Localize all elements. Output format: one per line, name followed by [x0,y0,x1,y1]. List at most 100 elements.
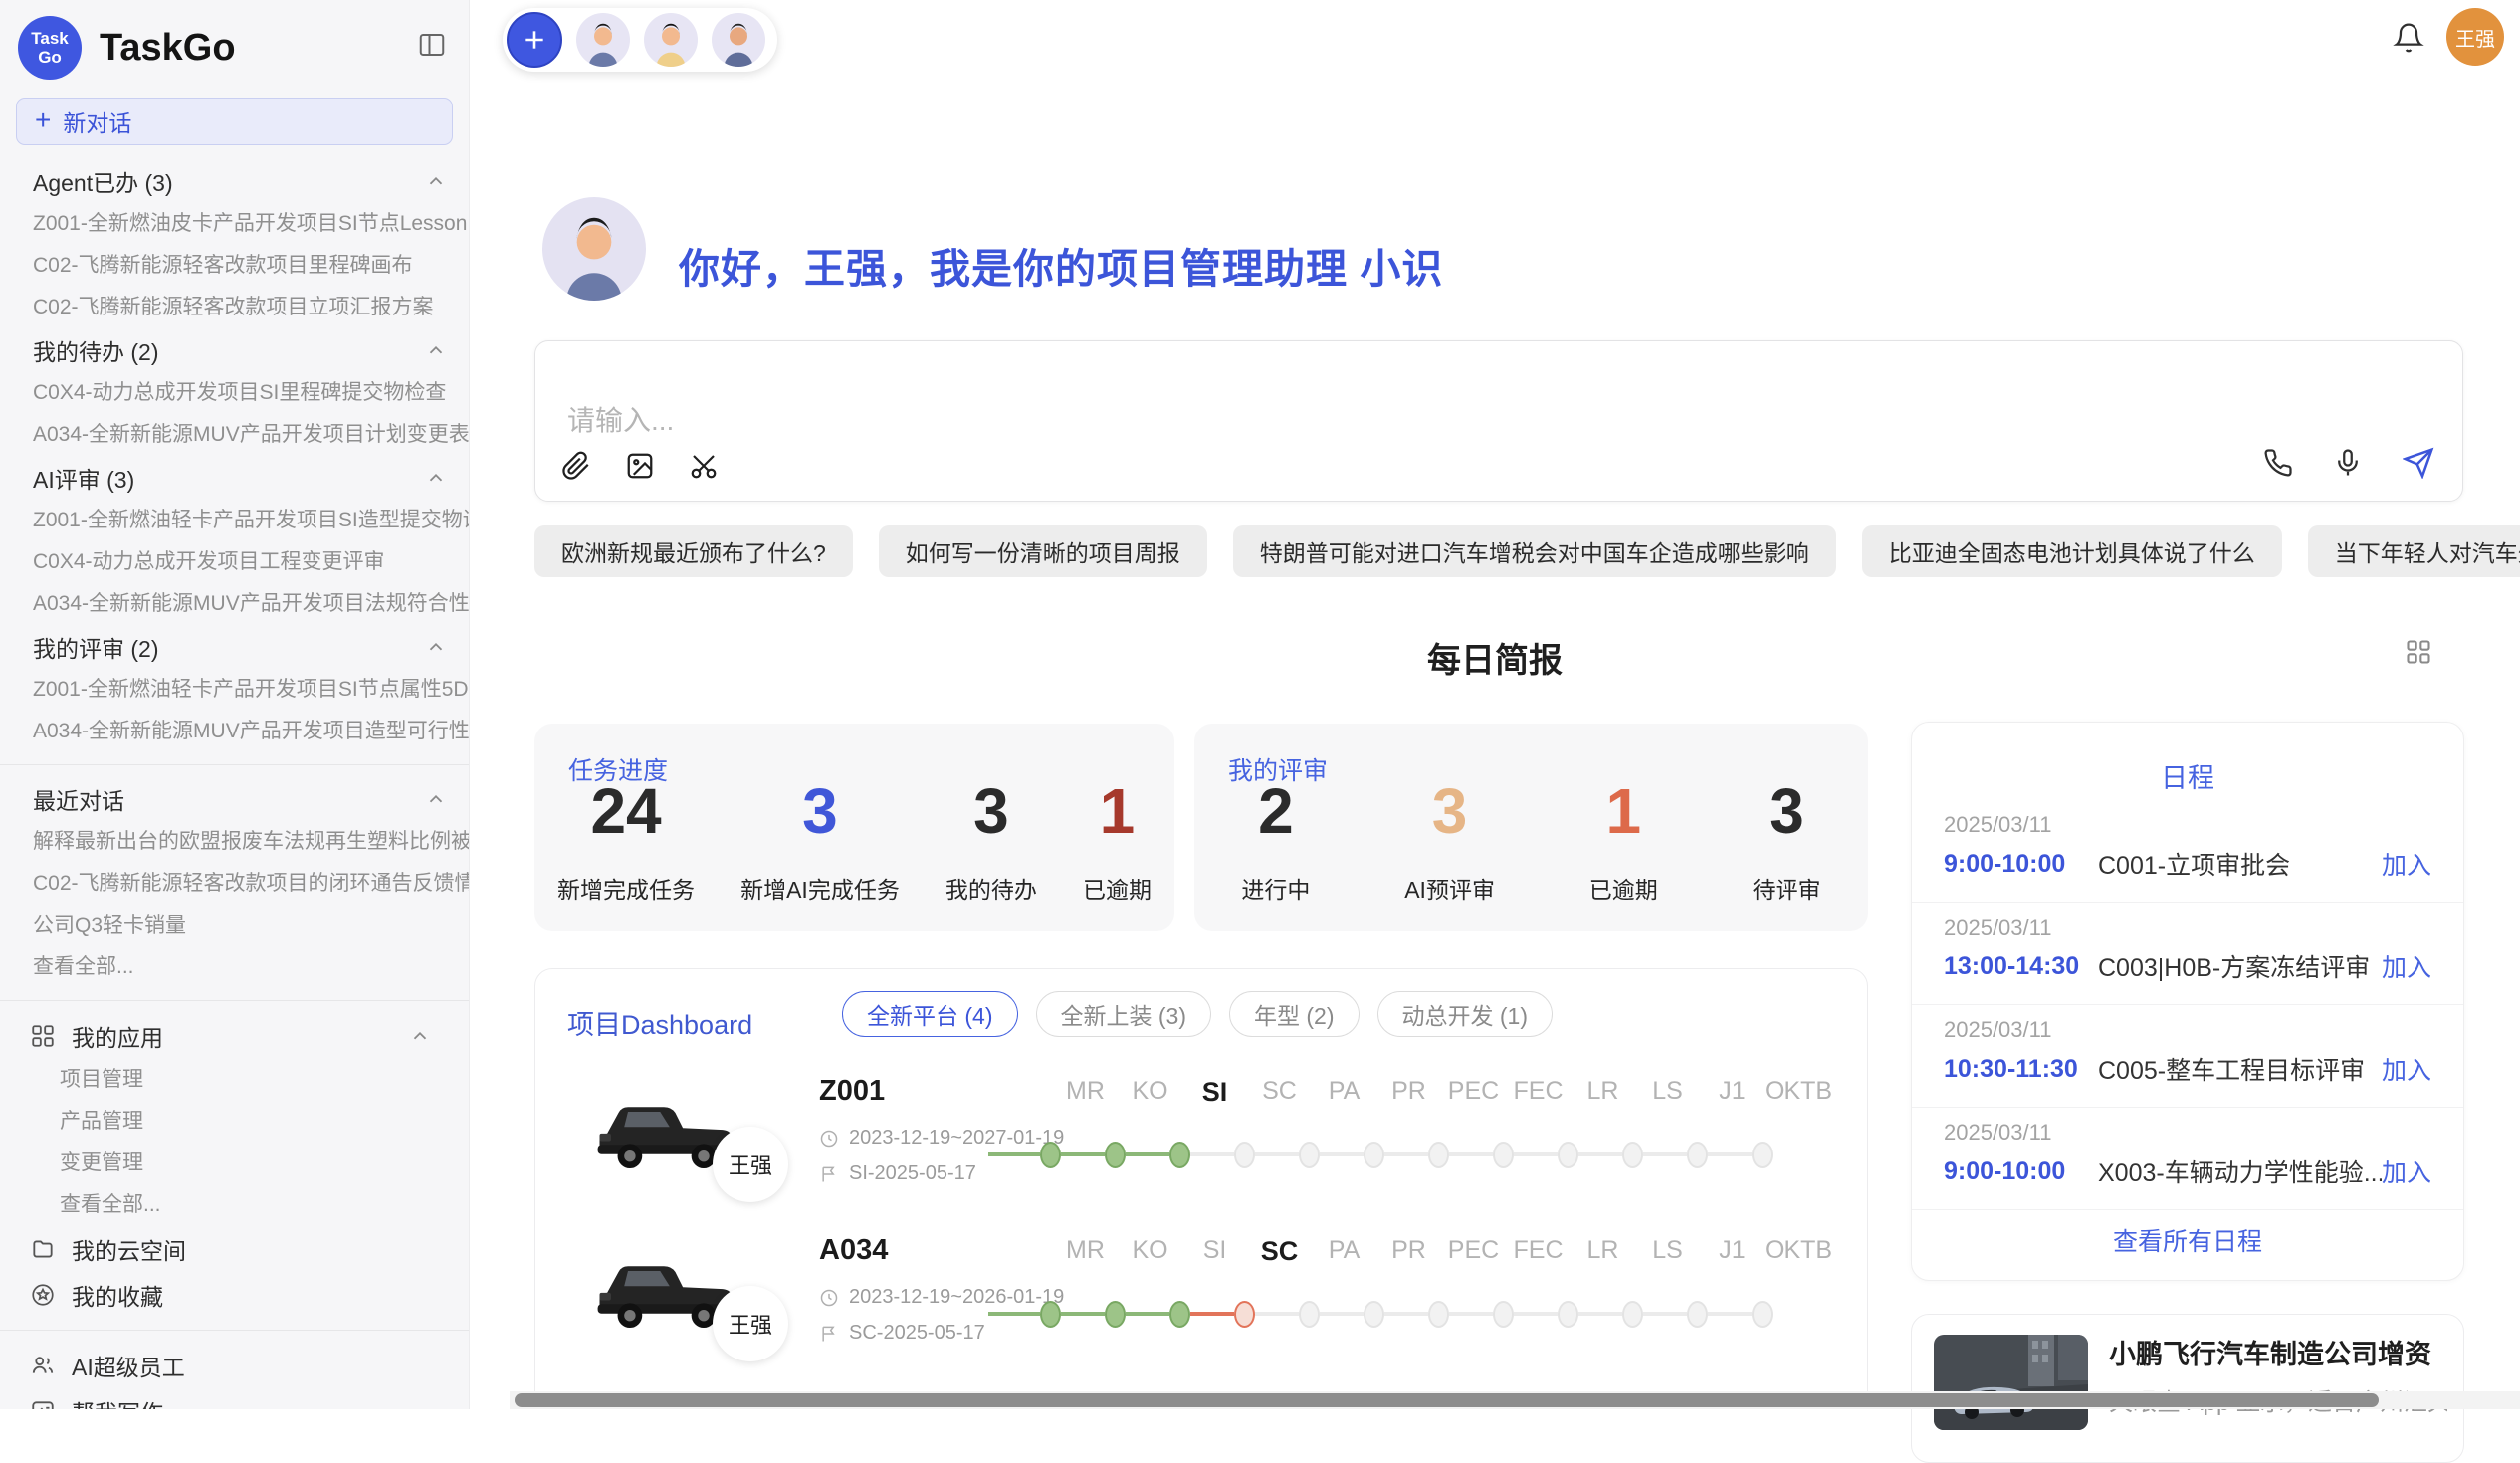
agent-avatar-1[interactable] [576,13,630,67]
sidebar-item[interactable]: A034-全新新能源MUV产品开发项目计划变更表编写 [0,414,469,456]
dashboard-tab[interactable]: 年型 (2) [1229,991,1360,1037]
my-favorites[interactable]: 我的收藏 [0,1272,469,1318]
recent-chats-section[interactable]: 最近对话 [0,777,469,821]
voice-call-icon[interactable] [2263,448,2293,478]
image-upload-icon[interactable] [625,451,655,481]
event-join-link[interactable]: 加入 [2382,846,2431,882]
suggestion-chip[interactable]: 比亚迪全固态电池计划具体说了什么 [1862,525,2282,577]
milestone-label: MR [1053,1077,1118,1108]
recent-chat-item[interactable]: 查看全部... [0,946,469,988]
milestone-dot [1040,1301,1061,1328]
dashboard-tab[interactable]: 动总开发 (1) [1377,991,1554,1037]
attachment-icon[interactable] [561,451,591,481]
sidebar-item[interactable]: C0X4-动力总成开发项目工程变更评审 [0,541,469,583]
sidebar-section-0[interactable]: Agent已办 (3) [0,159,469,203]
app-item[interactable]: 项目管理 [0,1059,469,1101]
chevron-up-icon [425,339,447,361]
notification-bell-icon[interactable] [2393,22,2424,54]
suggestion-chip[interactable]: 欧洲新规最近颁布了什么? [534,525,853,577]
chat-input-box[interactable]: 请输入... [534,340,2463,502]
favorites-star-icon [30,1282,72,1308]
event-name: C005-整车工程目标评审 [2098,1051,2382,1087]
divider [0,1330,469,1331]
sidebar-item[interactable]: C0X4-动力总成开发项目SI里程碑提交物检查 [0,372,469,414]
agent-avatar-2[interactable] [644,13,698,67]
help-me-write[interactable]: 帮我写作 [0,1388,469,1409]
layout-grid-icon[interactable] [2405,638,2432,666]
event-join-link[interactable]: 加入 [2382,948,2431,984]
logo-text-2: Go [38,48,62,67]
sidebar-item[interactable]: Z001-全新燃油轻卡产品开发项目SI造型提交物评审 [0,500,469,541]
stat-item: 24新增完成任务 [557,779,695,905]
stat-item: 3我的待办 [945,779,1037,905]
project-flag: SC-2025-05-17 [819,1322,985,1345]
recent-chat-item[interactable]: 公司Q3轻卡销量 [0,905,469,946]
stat-label: 新增完成任务 [557,871,695,905]
sidebar-item[interactable]: C02-飞腾新能源轻客改款项目里程碑画布 [0,245,469,287]
sidebar-item[interactable]: A034-全新新能源MUV产品开发项目造型可行性评审 [0,711,469,752]
user-avatar[interactable]: 王强 [2446,8,2504,66]
sidebar-item[interactable]: Z001-全新燃油皮卡产品开发项目SI节点Lesson Learn报告 [0,203,469,245]
sidebar-section-2[interactable]: AI评审 (3) [0,456,469,500]
event-join-link[interactable]: 加入 [2382,1153,2431,1189]
sidebar-item[interactable]: Z001-全新燃油轻卡产品开发项目SI节点属性5D文件评审 [0,669,469,711]
project-row: 王强Z0012023-12-19~2027-01-19SI-2025-05-17… [535,1069,1867,1228]
sidebar-item[interactable]: A034-全新新能源MUV产品开发项目法规符合性评审 [0,583,469,625]
send-icon[interactable] [2403,447,2434,479]
project-rows: 王强Z0012023-12-19~2027-01-19SI-2025-05-17… [535,1069,1867,1387]
project-flag: SI-2025-05-17 [819,1162,976,1185]
apps-grid-icon [30,1023,72,1049]
milestone-dot [1622,1301,1643,1328]
assistant-avatar [542,197,646,301]
milestone-dot [1299,1301,1320,1328]
news-card[interactable]: 小鹏飞行汽车制造公司增资 天眼查 App 显示，近日广州汇天飞行汽... [1911,1314,2464,1463]
dashboard-tab[interactable]: 全新平台 (4) [842,991,1018,1037]
stat-item: 3AI预评审 [1404,779,1495,905]
chevron-up-icon [425,788,447,810]
stat-label: 待评审 [1753,871,1821,905]
recent-chat-item[interactable]: 解释最新出台的欧盟报废车法规再生塑料比例被调至15%... [0,821,469,863]
stat-item: 1已逾期 [1083,779,1152,905]
event-time: 9:00-10:00 [1944,850,2098,879]
add-agent-button[interactable] [507,12,562,68]
my-apps-section[interactable]: 我的应用 [0,1013,469,1059]
app-item[interactable]: 变更管理 [0,1143,469,1184]
suggestion-chip[interactable]: 特朗普可能对进口汽车增税会对中国车企造成哪些影响 [1233,525,1836,577]
stat-label: 新增AI完成任务 [740,871,900,905]
divider [0,1000,469,1001]
view-all-schedule-link[interactable]: 查看所有日程 [1912,1222,2463,1258]
suggestion-chip[interactable]: 当下年轻人对汽车外观有怎样的喜好趋势 [2308,525,2520,577]
recent-chat-item[interactable]: C02-飞腾新能源轻客改款项目的闭环通告反馈情况 [0,863,469,905]
scissors-icon[interactable] [689,451,719,481]
event-date: 2025/03/11 [1944,1120,2051,1146]
event-join-link[interactable]: 加入 [2382,1051,2431,1087]
milestone-label: KO [1118,1077,1182,1108]
dashboard-tabs: 全新平台 (4) 全新上装 (3) 年型 (2) 动总开发 (1) [842,991,1553,1037]
agent-avatar-3[interactable] [712,13,765,67]
sidebar-section-2-label: AI评审 (3) [33,461,134,495]
milestone-dot [1234,1142,1255,1168]
ai-super-staff[interactable]: AI超级员工 [0,1343,469,1388]
milestone-dot [1364,1142,1384,1168]
app-item[interactable]: 查看全部... [0,1184,469,1226]
dashboard-tab[interactable]: 全新上装 (3) [1036,991,1212,1037]
app-title: TaskGo [100,27,236,70]
collapse-sidebar-icon[interactable] [417,30,447,60]
microphone-icon[interactable] [2333,448,2363,478]
stats-row: 任务进度24新增完成任务3新增AI完成任务3我的待办1已逾期我的评审2进行中3A… [534,724,1868,931]
new-chat-button[interactable]: + 新对话 [16,98,453,145]
milestone-label: OKTB [1765,1077,1829,1108]
sidebar-item[interactable]: C02-飞腾新能源轻客改款项目立项汇报方案 [0,287,469,328]
sidebar-section-3[interactable]: 我的评审 (2) [0,625,469,669]
suggestion-chip[interactable]: 如何写一份清晰的项目周报 [879,525,1207,577]
milestone-label: J1 [1700,1236,1765,1267]
scrollbar-thumb[interactable] [515,1393,2379,1407]
greeting-text: 你好，王强，我是你的项目管理助理 小识 [679,235,1443,295]
milestone-dot [1169,1142,1190,1168]
my-cloud-space[interactable]: 我的云空间 [0,1226,469,1272]
stat-item: 3待评审 [1753,779,1821,905]
milestone-label: LS [1635,1236,1700,1267]
app-item[interactable]: 产品管理 [0,1101,469,1143]
sidebar-section-1[interactable]: 我的待办 (2) [0,328,469,372]
main-area: 王强 你好，王强，我是你的项目管理助理 小识 请输入... [470,0,2520,1409]
